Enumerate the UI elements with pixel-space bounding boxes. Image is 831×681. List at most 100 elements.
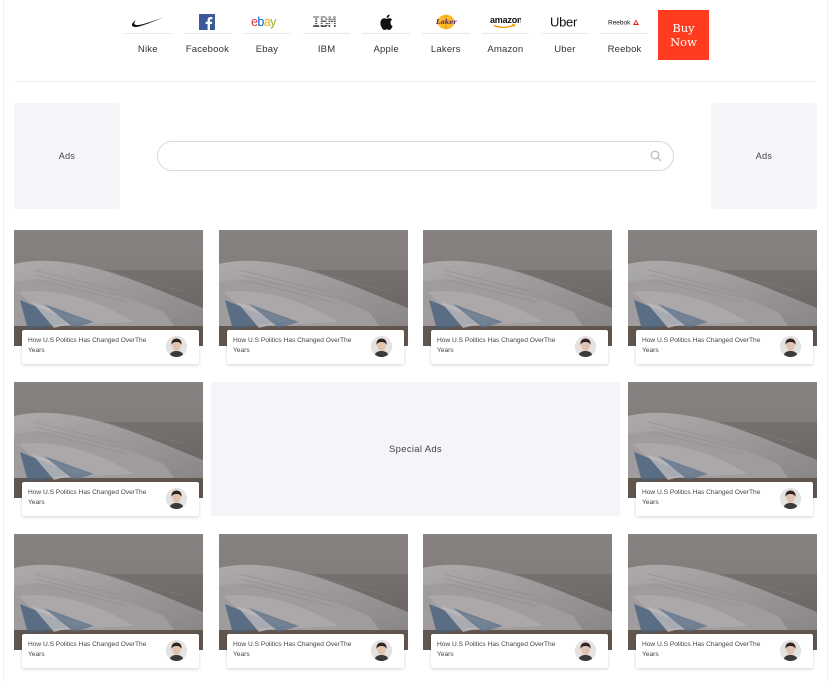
article-title[interactable]: How U.S Politics Has Changed OverThe Yea…: [437, 336, 565, 356]
reebok-logo-icon: Reebok: [595, 9, 655, 35]
brand-label: Facebook: [185, 44, 230, 55]
article-thumbnail[interactable]: [628, 534, 817, 650]
article-title[interactable]: How U.S Politics Has Changed OverThe Yea…: [437, 640, 565, 660]
brand-label: Lakers: [430, 44, 461, 55]
article-thumbnail[interactable]: [14, 382, 203, 498]
brand-underline: [183, 33, 232, 34]
ad-right[interactable]: Ads: [711, 103, 817, 209]
brand-label: Nike: [137, 44, 158, 55]
article-caption: How U.S Politics Has Changed OverThe Yea…: [227, 634, 404, 668]
author-avatar[interactable]: [166, 488, 187, 509]
article-caption: How U.S Politics Has Changed OverThe Yea…: [636, 330, 813, 364]
brand-underline: [600, 33, 649, 34]
brand-underline: [302, 33, 351, 34]
article-caption: How U.S Politics Has Changed OverThe Yea…: [431, 330, 608, 364]
author-avatar[interactable]: [371, 640, 392, 661]
article-title[interactable]: How U.S Politics Has Changed OverThe Yea…: [642, 640, 770, 660]
ebay-logo-icon: ebay: [237, 9, 297, 35]
author-avatar[interactable]: [780, 640, 801, 661]
article-card[interactable]: How U.S Politics Has Changed OverThe Yea…: [14, 230, 203, 364]
article-card[interactable]: How U.S Politics Has Changed OverThe Yea…: [423, 534, 612, 668]
article-caption: How U.S Politics Has Changed OverThe Yea…: [227, 330, 404, 364]
article-thumbnail[interactable]: [628, 230, 817, 346]
author-avatar[interactable]: [575, 336, 596, 357]
apple-icon: [356, 9, 416, 35]
brand-label: Apple: [373, 44, 399, 55]
article-title[interactable]: How U.S Politics Has Changed OverThe Yea…: [642, 336, 770, 356]
brand-item-reebok[interactable]: Reebok Reebok: [595, 8, 655, 66]
article-thumbnail[interactable]: [14, 230, 203, 346]
article-card[interactable]: How U.S Politics Has Changed OverThe Yea…: [628, 382, 817, 516]
author-avatar[interactable]: [780, 336, 801, 357]
article-caption: How U.S Politics Has Changed OverThe Yea…: [636, 634, 813, 668]
facebook-icon: [178, 9, 238, 35]
brand-item-ibm[interactable]: IBM IBM: [297, 8, 357, 66]
svg-text:Reebok: Reebok: [608, 20, 631, 27]
brand-nav: Nike Facebook ebay Ebay IBM Apple Laker …: [118, 8, 654, 66]
article-title[interactable]: How U.S Politics Has Changed OverThe Yea…: [233, 640, 361, 660]
svg-text:Lakers: Lakers: [435, 18, 457, 26]
amazon-logo-icon: amazon: [476, 9, 536, 35]
article-caption: How U.S Politics Has Changed OverThe Yea…: [22, 482, 199, 516]
article-thumbnail[interactable]: [14, 534, 203, 650]
uber-logo-icon: Uber: [535, 9, 595, 35]
ad-left[interactable]: Ads: [14, 103, 120, 209]
nav-divider: [15, 81, 816, 82]
brand-underline: [541, 33, 589, 34]
brand-underline: [362, 33, 410, 34]
article-caption: How U.S Politics Has Changed OverThe Yea…: [636, 482, 813, 516]
article-card[interactable]: How U.S Politics Has Changed OverThe Yea…: [423, 230, 612, 364]
article-thumbnail[interactable]: [219, 230, 408, 346]
brand-item-lakers[interactable]: Lakers Lakers: [416, 8, 476, 66]
search-input[interactable]: [172, 142, 642, 170]
brand-underline: [481, 33, 530, 34]
search-bar[interactable]: [157, 141, 674, 171]
svg-text:amazon: amazon: [490, 15, 521, 25]
author-avatar[interactable]: [371, 336, 392, 357]
brand-item-nike[interactable]: Nike: [118, 8, 178, 66]
search-icon[interactable]: [650, 150, 662, 162]
svg-text:ebay: ebay: [251, 15, 277, 29]
brand-item-uber[interactable]: Uber Uber: [535, 8, 595, 66]
brand-underline: [243, 33, 291, 34]
brand-label: IBM: [317, 44, 336, 55]
brand-item-ebay[interactable]: ebay Ebay: [237, 8, 297, 66]
article-thumbnail[interactable]: [219, 534, 408, 650]
article-title[interactable]: How U.S Politics Has Changed OverThe Yea…: [28, 336, 156, 356]
lakers-logo-icon: Lakers: [416, 9, 476, 35]
brand-label: Uber: [554, 44, 576, 55]
author-avatar[interactable]: [780, 488, 801, 509]
brand-label: Reebok: [607, 44, 642, 55]
author-avatar[interactable]: [166, 640, 187, 661]
brand-underline: [124, 33, 172, 34]
article-card[interactable]: How U.S Politics Has Changed OverThe Yea…: [14, 534, 203, 668]
article-title[interactable]: How U.S Politics Has Changed OverThe Yea…: [28, 640, 156, 660]
article-caption: How U.S Politics Has Changed OverThe Yea…: [22, 330, 199, 364]
article-thumbnail[interactable]: [423, 534, 612, 650]
ibm-logo-icon: IBM: [297, 9, 357, 35]
article-title[interactable]: How U.S Politics Has Changed OverThe Yea…: [233, 336, 361, 356]
article-thumbnail[interactable]: [628, 382, 817, 498]
brand-label: Ebay: [255, 44, 279, 55]
article-card[interactable]: How U.S Politics Has Changed OverThe Yea…: [628, 230, 817, 364]
article-card[interactable]: How U.S Politics Has Changed OverThe Yea…: [14, 382, 203, 516]
buy-now-button[interactable]: Buy Now: [658, 10, 709, 60]
brand-item-facebook[interactable]: Facebook: [178, 8, 238, 66]
article-thumbnail[interactable]: [423, 230, 612, 346]
author-avatar[interactable]: [166, 336, 187, 357]
brand-item-amazon[interactable]: amazon Amazon: [476, 8, 536, 66]
article-caption: How U.S Politics Has Changed OverThe Yea…: [22, 634, 199, 668]
special-ads[interactable]: Special Ads: [211, 382, 620, 516]
article-title[interactable]: How U.S Politics Has Changed OverThe Yea…: [28, 488, 156, 508]
nike-swoosh-icon: [118, 9, 178, 35]
article-card[interactable]: How U.S Politics Has Changed OverThe Yea…: [219, 230, 408, 364]
brand-underline: [421, 33, 470, 34]
article-caption: How U.S Politics Has Changed OverThe Yea…: [431, 634, 608, 668]
article-card[interactable]: How U.S Politics Has Changed OverThe Yea…: [628, 534, 817, 668]
svg-text:Uber: Uber: [550, 15, 578, 30]
article-title[interactable]: How U.S Politics Has Changed OverThe Yea…: [642, 488, 770, 508]
author-avatar[interactable]: [575, 640, 596, 661]
brand-item-apple[interactable]: Apple: [356, 8, 416, 66]
article-card[interactable]: How U.S Politics Has Changed OverThe Yea…: [219, 534, 408, 668]
brand-label: Amazon: [487, 44, 524, 55]
